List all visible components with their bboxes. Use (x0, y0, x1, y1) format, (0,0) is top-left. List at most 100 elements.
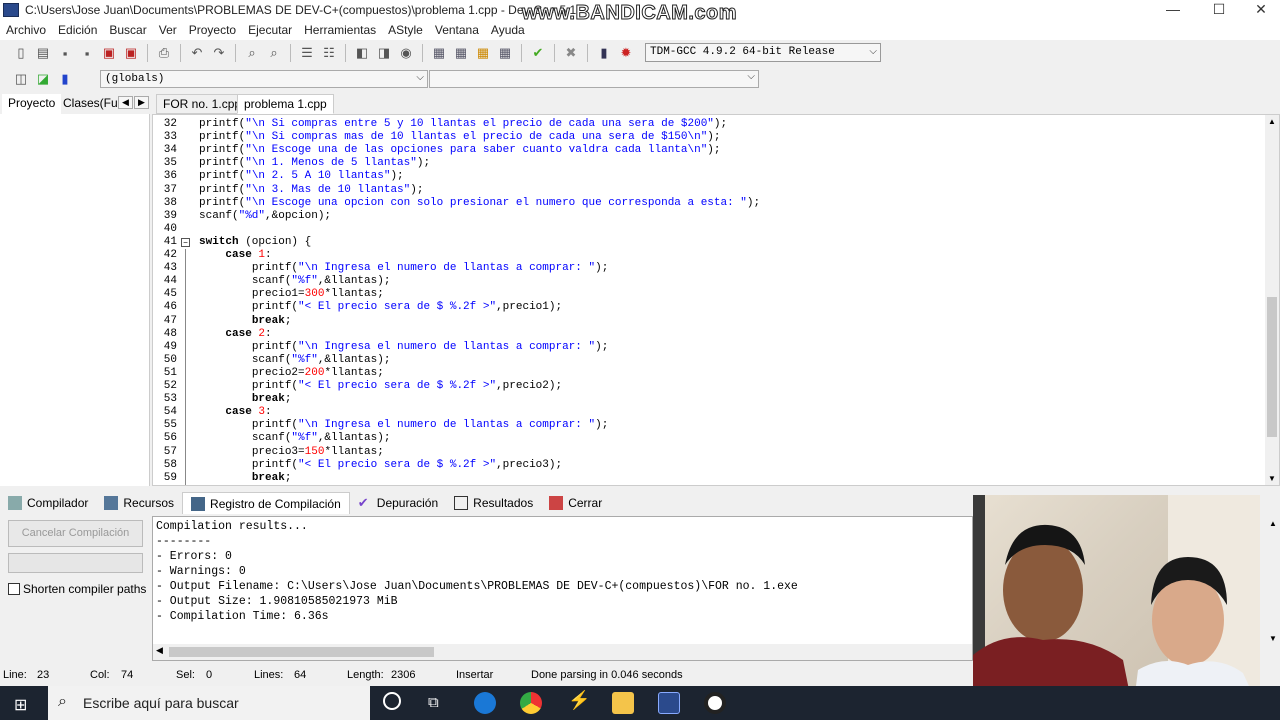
code-line[interactable]: 53 break; (153, 393, 1263, 406)
tab-scroll-right-icon[interactable]: ▶ (134, 96, 149, 109)
cancel-compilation-button[interactable]: Cancelar Compilación (8, 520, 143, 547)
indent-icon[interactable]: ◧ (353, 44, 371, 62)
scroll-up-icon[interactable]: ▲ (1269, 519, 1277, 528)
code-line[interactable]: 56 scanf("%f",&llantas); (153, 432, 1263, 445)
tab-scroll-left-icon[interactable]: ◀ (118, 96, 133, 109)
code-line[interactable]: 48 case 2: (153, 328, 1263, 341)
code-line[interactable]: 32 printf("\n Si compras entre 5 y 10 lla… (153, 118, 1263, 131)
scroll-up-icon[interactable]: ▲ (1268, 117, 1276, 126)
code-line[interactable]: 45 precio1=300*llantas; (153, 288, 1263, 301)
tab-proyecto[interactable]: Proyecto (2, 94, 62, 114)
tab-problema-1[interactable]: problema 1.cpp (237, 94, 334, 114)
file-explorer-icon[interactable] (612, 692, 634, 714)
code-line[interactable]: 51 precio2=200*llantas; (153, 367, 1263, 380)
compiler-select[interactable]: TDM-GCC 4.9.2 64-bit Release ⌵ (645, 43, 881, 62)
code-line[interactable]: 40 (153, 223, 1263, 236)
menu-archivo[interactable]: Archivo (0, 23, 52, 37)
code-line[interactable]: 52 printf("< El precio sera de $ %.2f >"… (153, 380, 1263, 393)
maximize-button[interactable]: ☐ (1196, 0, 1242, 20)
menu-buscar[interactable]: Buscar (103, 23, 152, 37)
undo-icon[interactable]: ↶ (188, 44, 206, 62)
class-browser-icon[interactable]: ▮ (56, 70, 74, 88)
compile-log-output[interactable]: Compilation results... -------- - Errors… (152, 516, 973, 661)
edge-icon[interactable] (474, 692, 496, 714)
debug-icon[interactable]: ✹ (617, 44, 635, 62)
save-icon[interactable]: ▪ (56, 44, 74, 62)
tab-cerrar[interactable]: Cerrar (541, 492, 610, 514)
code-line[interactable]: 55 printf("\n Ingresa el numero de llant… (153, 419, 1263, 432)
code-line[interactable]: 54 case 3: (153, 406, 1263, 419)
tab-resultados[interactable]: Resultados (446, 492, 541, 514)
code-line[interactable]: 44 scanf("%f",&llantas); (153, 275, 1263, 288)
globals-select[interactable]: (globals) ⌵ (100, 70, 428, 88)
code-line[interactable]: 42 case 1: (153, 249, 1263, 262)
scroll-left-icon[interactable]: ◀ (156, 645, 163, 656)
shorten-paths-option[interactable]: Shorten compiler paths (8, 582, 146, 596)
fold-toggle-icon[interactable]: − (181, 237, 190, 247)
goto-icon[interactable]: ◪ (34, 70, 52, 88)
tab-compilador[interactable]: Compilador (0, 492, 96, 514)
code-line[interactable]: 39 scanf("%d",&opcion); (153, 210, 1263, 223)
code-line[interactable]: 43 printf("\n Ingresa el numero de llant… (153, 262, 1263, 275)
code-line[interactable]: 38 printf("\n Escoge una opcion con solo … (153, 197, 1263, 210)
menu-ventana[interactable]: Ventana (429, 23, 485, 37)
goto-line-icon[interactable]: ☰ (298, 44, 316, 62)
close-button[interactable]: ✕ (1238, 0, 1280, 20)
check-syntax-icon[interactable]: ✔ (529, 44, 547, 62)
code-line[interactable]: 34 printf("\n Escoge una de las opciones … (153, 144, 1263, 157)
toggle-comment-icon[interactable]: ◉ (397, 44, 415, 62)
menu-herramientas[interactable]: Herramientas (298, 23, 382, 37)
code-line[interactable]: 33 printf("\n Si compras mas de 10 llanta… (153, 131, 1263, 144)
output-horizontal-scrollbar[interactable]: ◀ (153, 644, 972, 660)
code-line[interactable]: 41 switch (opcion) { (153, 236, 1263, 249)
new-file-icon[interactable]: ▯ (12, 44, 30, 62)
tab-registro-compilacion[interactable]: Registro de Compilación (182, 492, 350, 514)
editor-scroll-thumb[interactable] (1267, 297, 1277, 437)
project-panel[interactable] (0, 114, 150, 486)
close-all-icon[interactable]: ▣ (122, 44, 140, 62)
menu-proyecto[interactable]: Proyecto (183, 23, 242, 37)
code-line[interactable]: 37 printf("\n 3. Mas de 10 llantas"); (153, 184, 1263, 197)
tab-depuracion[interactable]: ✔ Depuración (350, 492, 446, 514)
code-line[interactable]: 49 printf("\n Ingresa el numero de llant… (153, 341, 1263, 354)
shorten-paths-checkbox[interactable] (8, 583, 20, 595)
code-line[interactable]: 59 break; (153, 472, 1263, 485)
compile-icon[interactable]: ▦ (430, 44, 448, 62)
menu-ayuda[interactable]: Ayuda (485, 23, 531, 37)
print-icon[interactable]: ⎙ (155, 44, 173, 62)
code-line[interactable]: 36 printf("\n 2. 5 A 10 llantas"); (153, 170, 1263, 183)
windows-start-icon[interactable]: ⊞ (14, 695, 27, 715)
menu-ver[interactable]: Ver (153, 23, 183, 37)
taskbar-search-box[interactable]: ⌕ Escribe aquí para buscar (48, 686, 370, 720)
bandicam-record-icon[interactable] (704, 692, 726, 714)
tab-recursos[interactable]: Recursos (96, 492, 182, 514)
bookmark-icon[interactable]: ☷ (320, 44, 338, 62)
code-editor[interactable]: ▲ ▼ 32 printf("\n Si compras entre 5 y 10… (152, 114, 1280, 486)
scroll-down-icon[interactable]: ▼ (1268, 474, 1276, 483)
tab-for-no-1[interactable]: FOR no. 1.cpp (156, 94, 249, 114)
devcpp-taskbar-icon[interactable] (658, 692, 680, 714)
code-line[interactable]: 57 precio3=150*llantas; (153, 446, 1263, 459)
editor-vertical-scrollbar[interactable]: ▲ ▼ (1265, 115, 1279, 485)
visual-studio-icon[interactable]: ⚡ (568, 690, 590, 711)
code-line[interactable]: 35 printf("\n 1. Menos de 5 llantas"); (153, 157, 1263, 170)
code-line[interactable]: 47 break; (153, 315, 1263, 328)
scroll-down-icon[interactable]: ▼ (1269, 634, 1277, 643)
menu-ejecutar[interactable]: Ejecutar (242, 23, 298, 37)
cortana-icon[interactable] (383, 692, 401, 710)
menu-astyle[interactable]: AStyle (382, 23, 429, 37)
close-file-icon[interactable]: ▣ (100, 44, 118, 62)
compile-run-icon[interactable]: ▦ (474, 44, 492, 62)
code-line[interactable]: 50 scanf("%f",&llantas); (153, 354, 1263, 367)
output-scroll-thumb[interactable] (169, 647, 434, 657)
find-icon[interactable]: ⌕ (243, 44, 261, 62)
task-view-icon[interactable]: ⧉ (428, 694, 439, 711)
chrome-icon[interactable] (520, 692, 542, 714)
open-file-icon[interactable]: ▤ (34, 44, 52, 62)
stop-icon[interactable]: ✖ (562, 44, 580, 62)
replace-icon[interactable]: ⌕ (265, 44, 283, 62)
chart-icon[interactable]: ▮ (595, 44, 613, 62)
rebuild-icon[interactable]: ▦ (496, 44, 514, 62)
members-select[interactable]: ⌵ (429, 70, 759, 88)
output-vertical-scrollbar[interactable]: ▲ ▼ (1266, 515, 1280, 645)
